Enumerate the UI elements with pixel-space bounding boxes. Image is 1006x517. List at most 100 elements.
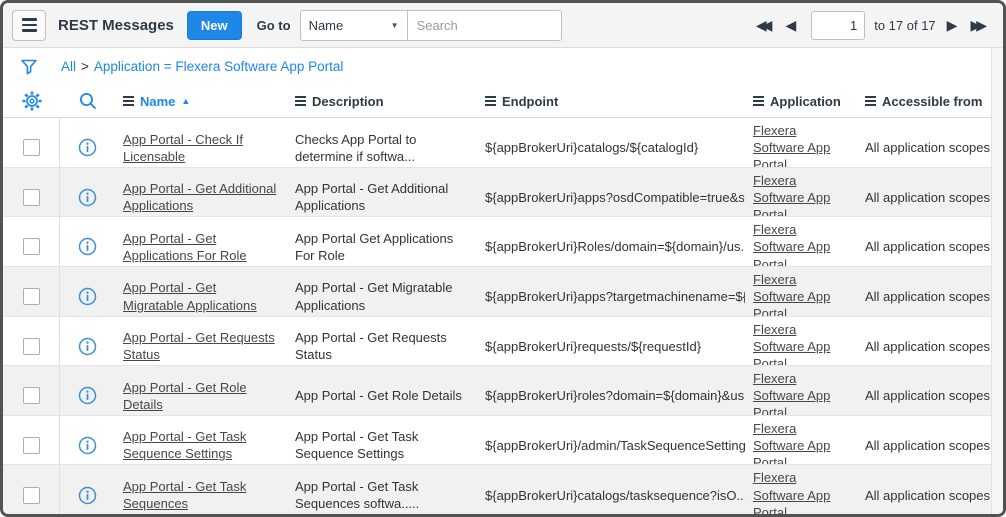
goto-search-input[interactable] bbox=[408, 11, 561, 40]
column-header-label: Endpoint bbox=[502, 94, 558, 109]
column-menu-icon bbox=[485, 96, 496, 106]
record-link[interactable]: App Portal - Get Additional Applications bbox=[123, 181, 276, 213]
page-range-text: to 17 of 17 bbox=[874, 18, 935, 33]
info-icon[interactable] bbox=[78, 486, 97, 505]
row-checkbox[interactable] bbox=[23, 487, 40, 504]
application-link[interactable]: Flexera Software App Portal bbox=[753, 222, 830, 267]
record-link[interactable]: App Portal - Get Requests Status bbox=[123, 330, 275, 362]
endpoint-cell: ${appBrokerUri}apps?osdCompatible=true&s… bbox=[477, 185, 745, 210]
column-menu-icon bbox=[865, 96, 876, 106]
endpoint-cell: ${appBrokerUri}apps?targetmachinename=${… bbox=[477, 284, 745, 309]
filter-funnel-icon[interactable] bbox=[19, 57, 39, 77]
application-link[interactable]: Flexera Software App Portal bbox=[753, 421, 830, 466]
description-cell: App Portal - Get Task Sequences softwa..… bbox=[287, 474, 477, 514]
breadcrumb-filter-link[interactable]: Application = Flexera Software App Porta… bbox=[94, 59, 344, 74]
info-icon[interactable] bbox=[78, 337, 97, 356]
column-header-name[interactable]: Name ▲ bbox=[115, 94, 287, 109]
endpoint-cell: ${appBrokerUri}roles?domain=${domain}&us… bbox=[477, 383, 745, 408]
record-link[interactable]: App Portal - Get Role Details bbox=[123, 380, 247, 412]
gear-icon bbox=[21, 90, 43, 112]
first-page-button[interactable]: ◀◀ bbox=[754, 16, 775, 34]
breadcrumb: All > Application = Flexera Software App… bbox=[61, 59, 343, 74]
column-header-description[interactable]: Description bbox=[287, 94, 477, 109]
table-row: App Portal - Get Applications For Role A… bbox=[3, 217, 991, 267]
row-checkbox[interactable] bbox=[23, 238, 40, 255]
application-link[interactable]: Flexera Software App Portal bbox=[753, 173, 830, 218]
application-link[interactable]: Flexera Software App Portal bbox=[753, 123, 830, 168]
record-link[interactable]: App Portal - Get Task Sequence Settings bbox=[123, 429, 246, 461]
description-cell: App Portal - Get Additional Applications bbox=[287, 176, 477, 217]
info-icon[interactable] bbox=[78, 237, 97, 256]
search-icon bbox=[78, 91, 98, 111]
application-link[interactable]: Flexera Software App Portal bbox=[753, 322, 830, 367]
record-link[interactable]: App Portal - Check If Licensable bbox=[123, 132, 243, 164]
application-link[interactable]: Flexera Software App Portal bbox=[753, 470, 830, 514]
hamburger-icon bbox=[22, 18, 37, 32]
table-row: App Portal - Get Task Sequence Settings … bbox=[3, 416, 991, 466]
previous-page-button[interactable]: ◀ bbox=[783, 16, 798, 34]
last-page-button[interactable]: ▶▶ bbox=[968, 16, 989, 34]
row-checkbox[interactable] bbox=[23, 189, 40, 206]
row-checkbox[interactable] bbox=[23, 288, 40, 305]
column-menu-icon bbox=[123, 96, 134, 106]
accessible-from-cell: All application scopes bbox=[857, 334, 991, 359]
table-header-row: Name ▲ Description Endpoint Application bbox=[3, 85, 991, 118]
table-row: App Portal - Check If Licensable Checks … bbox=[3, 118, 991, 168]
goto-label: Go to bbox=[257, 18, 291, 33]
next-page-button[interactable]: ▶ bbox=[945, 16, 960, 34]
info-icon[interactable] bbox=[78, 436, 97, 455]
row-checkbox[interactable] bbox=[23, 139, 40, 156]
breadcrumb-separator: > bbox=[81, 59, 89, 74]
list-content: All > Application = Flexera Software App… bbox=[3, 48, 991, 514]
column-header-accessible-from[interactable]: Accessible from bbox=[857, 94, 991, 109]
row-checkbox[interactable] bbox=[23, 387, 40, 404]
row-checkbox[interactable] bbox=[23, 437, 40, 454]
accessible-from-cell: All application scopes bbox=[857, 433, 991, 458]
column-header-application[interactable]: Application bbox=[745, 94, 857, 109]
table-row: App Portal - Get Migratable Applications… bbox=[3, 267, 991, 317]
goto-field-select[interactable]: Name ▼ bbox=[301, 11, 408, 40]
application-link[interactable]: Flexera Software App Portal bbox=[753, 371, 830, 416]
goto-selected-value: Name bbox=[309, 18, 344, 33]
breadcrumb-all-link[interactable]: All bbox=[61, 59, 76, 74]
column-header-endpoint[interactable]: Endpoint bbox=[477, 94, 745, 109]
pagination: ◀◀ ◀ to 17 of 17 ▶ ▶▶ bbox=[754, 11, 989, 40]
info-icon[interactable] bbox=[78, 188, 97, 207]
description-cell: App Portal - Get Role Details bbox=[287, 383, 477, 408]
column-header-label: Application bbox=[770, 94, 841, 109]
endpoint-cell: ${appBrokerUri}requests/${requestId} bbox=[477, 334, 745, 359]
column-header-label: Name bbox=[140, 94, 175, 109]
description-cell: App Portal - Get Task Sequence Settings bbox=[287, 424, 477, 465]
table-rows: App Portal - Check If Licensable Checks … bbox=[3, 118, 991, 514]
description-cell: App Portal - Get Migratable Applications bbox=[287, 275, 477, 316]
description-cell: App Portal Get Applications For Role bbox=[287, 226, 477, 267]
page-number-input[interactable] bbox=[811, 11, 865, 40]
context-menu-button[interactable] bbox=[12, 10, 46, 41]
vertical-scrollbar[interactable] bbox=[991, 48, 1003, 514]
info-icon[interactable] bbox=[78, 287, 97, 306]
list-toolbar: REST Messages New Go to Name ▼ ◀◀ ◀ to 1… bbox=[3, 3, 1003, 48]
list-body: All > Application = Flexera Software App… bbox=[3, 48, 1003, 514]
record-link[interactable]: App Portal - Get Migratable Applications bbox=[123, 280, 257, 312]
accessible-from-cell: All application scopes bbox=[857, 284, 991, 309]
info-icon[interactable] bbox=[78, 386, 97, 405]
list-search-toggle-button[interactable] bbox=[60, 91, 115, 111]
application-link[interactable]: Flexera Software App Portal bbox=[753, 272, 830, 317]
accessible-from-cell: All application scopes bbox=[857, 383, 991, 408]
info-icon[interactable] bbox=[78, 138, 97, 157]
record-link[interactable]: App Portal - Get Task Sequences bbox=[123, 479, 246, 511]
endpoint-cell: ${appBrokerUri}catalogs/tasksequence?isO… bbox=[477, 483, 745, 508]
endpoint-cell: ${appBrokerUri}catalogs/${catalogId} bbox=[477, 135, 745, 160]
chevron-down-icon: ▼ bbox=[391, 21, 399, 30]
description-cell: Checks App Portal to determine if softwa… bbox=[287, 127, 477, 168]
row-checkbox[interactable] bbox=[23, 338, 40, 355]
new-button[interactable]: New bbox=[187, 11, 242, 40]
sort-ascending-icon: ▲ bbox=[181, 96, 190, 106]
rest-messages-list-window: REST Messages New Go to Name ▼ ◀◀ ◀ to 1… bbox=[0, 0, 1006, 517]
table-row: App Portal - Get Task Sequences App Port… bbox=[3, 465, 991, 514]
endpoint-cell: ${appBrokerUri}/admin/TaskSequenceSettin… bbox=[477, 433, 745, 458]
column-header-label: Accessible from bbox=[882, 94, 982, 109]
personalize-list-button[interactable] bbox=[3, 90, 60, 112]
record-link[interactable]: App Portal - Get Applications For Role bbox=[123, 231, 247, 263]
description-cell: App Portal - Get Requests Status bbox=[287, 325, 477, 366]
